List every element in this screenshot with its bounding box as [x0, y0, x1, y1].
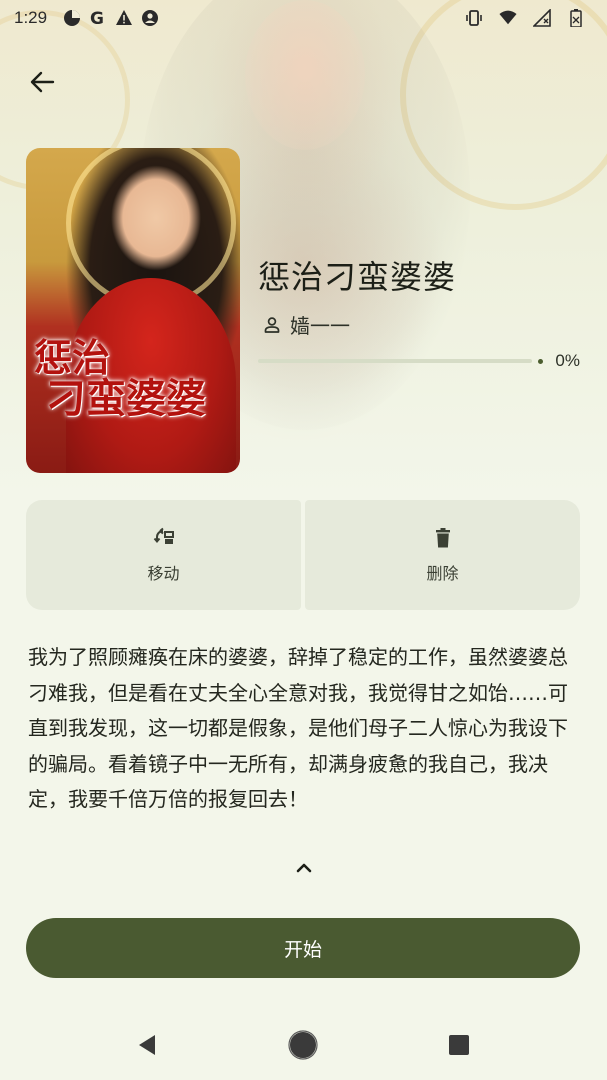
book-description: 我为了照顾瘫痪在床的婆婆，辞掉了稳定的工作，虽然婆婆总刁难我，但是看在丈夫全心全… — [28, 645, 568, 811]
delete-label: 删除 — [426, 564, 459, 583]
book-cover: 惩治 刁蛮婆婆 — [26, 148, 240, 473]
status-bar: 1:29 G — [0, 0, 607, 36]
account-circle-icon — [141, 9, 159, 27]
trash-icon — [435, 528, 450, 548]
wifi-icon — [499, 9, 517, 27]
author-row: 嫱一一 — [262, 310, 350, 339]
pie-chart-icon — [63, 9, 81, 27]
progress-end-dot — [538, 358, 543, 364]
person-icon — [264, 316, 280, 333]
delete-button[interactable]: 删除 — [305, 500, 580, 610]
status-time: 1:29 — [14, 8, 48, 27]
warning-icon — [115, 9, 133, 27]
recents-square-icon — [449, 1035, 470, 1055]
book-title: 惩治刁蛮婆婆 — [258, 258, 457, 296]
nav-back-button[interactable] — [128, 1025, 168, 1065]
progress-track — [258, 359, 532, 363]
vibrate-icon — [465, 9, 483, 27]
back-button[interactable] — [24, 64, 60, 100]
home-circle-icon — [288, 1030, 319, 1060]
action-buttons: 移动 删除 — [26, 500, 580, 610]
back-triangle-icon — [138, 1035, 155, 1055]
collapse-description-button[interactable] — [288, 852, 320, 884]
start-reading-button[interactable]: 开始 — [26, 918, 580, 978]
svg-text:G: G — [90, 9, 104, 27]
cover-title-line2: 刁蛮婆婆 — [46, 374, 206, 422]
cover-title-line1: 惩治 — [34, 335, 111, 380]
status-right-icons — [465, 9, 593, 27]
progress-percent: 0% — [555, 351, 580, 370]
author-name: 嫱一一 — [290, 314, 350, 338]
nav-recents-button[interactable] — [439, 1025, 479, 1065]
move-label: 移动 — [147, 564, 180, 583]
chevron-up-icon — [296, 863, 312, 873]
cover-title-art: 惩治 刁蛮婆婆 — [32, 338, 236, 420]
no-signal-icon — [533, 9, 551, 27]
reading-progress: 0% — [258, 350, 580, 372]
battery-icon — [567, 9, 585, 27]
swap-move-icon — [153, 527, 174, 544]
system-nav-bar — [0, 1010, 607, 1080]
move-button[interactable]: 移动 — [26, 500, 301, 610]
arrow-left-icon — [30, 71, 55, 93]
google-icon: G — [89, 9, 107, 27]
nav-home-button[interactable] — [283, 1025, 323, 1065]
